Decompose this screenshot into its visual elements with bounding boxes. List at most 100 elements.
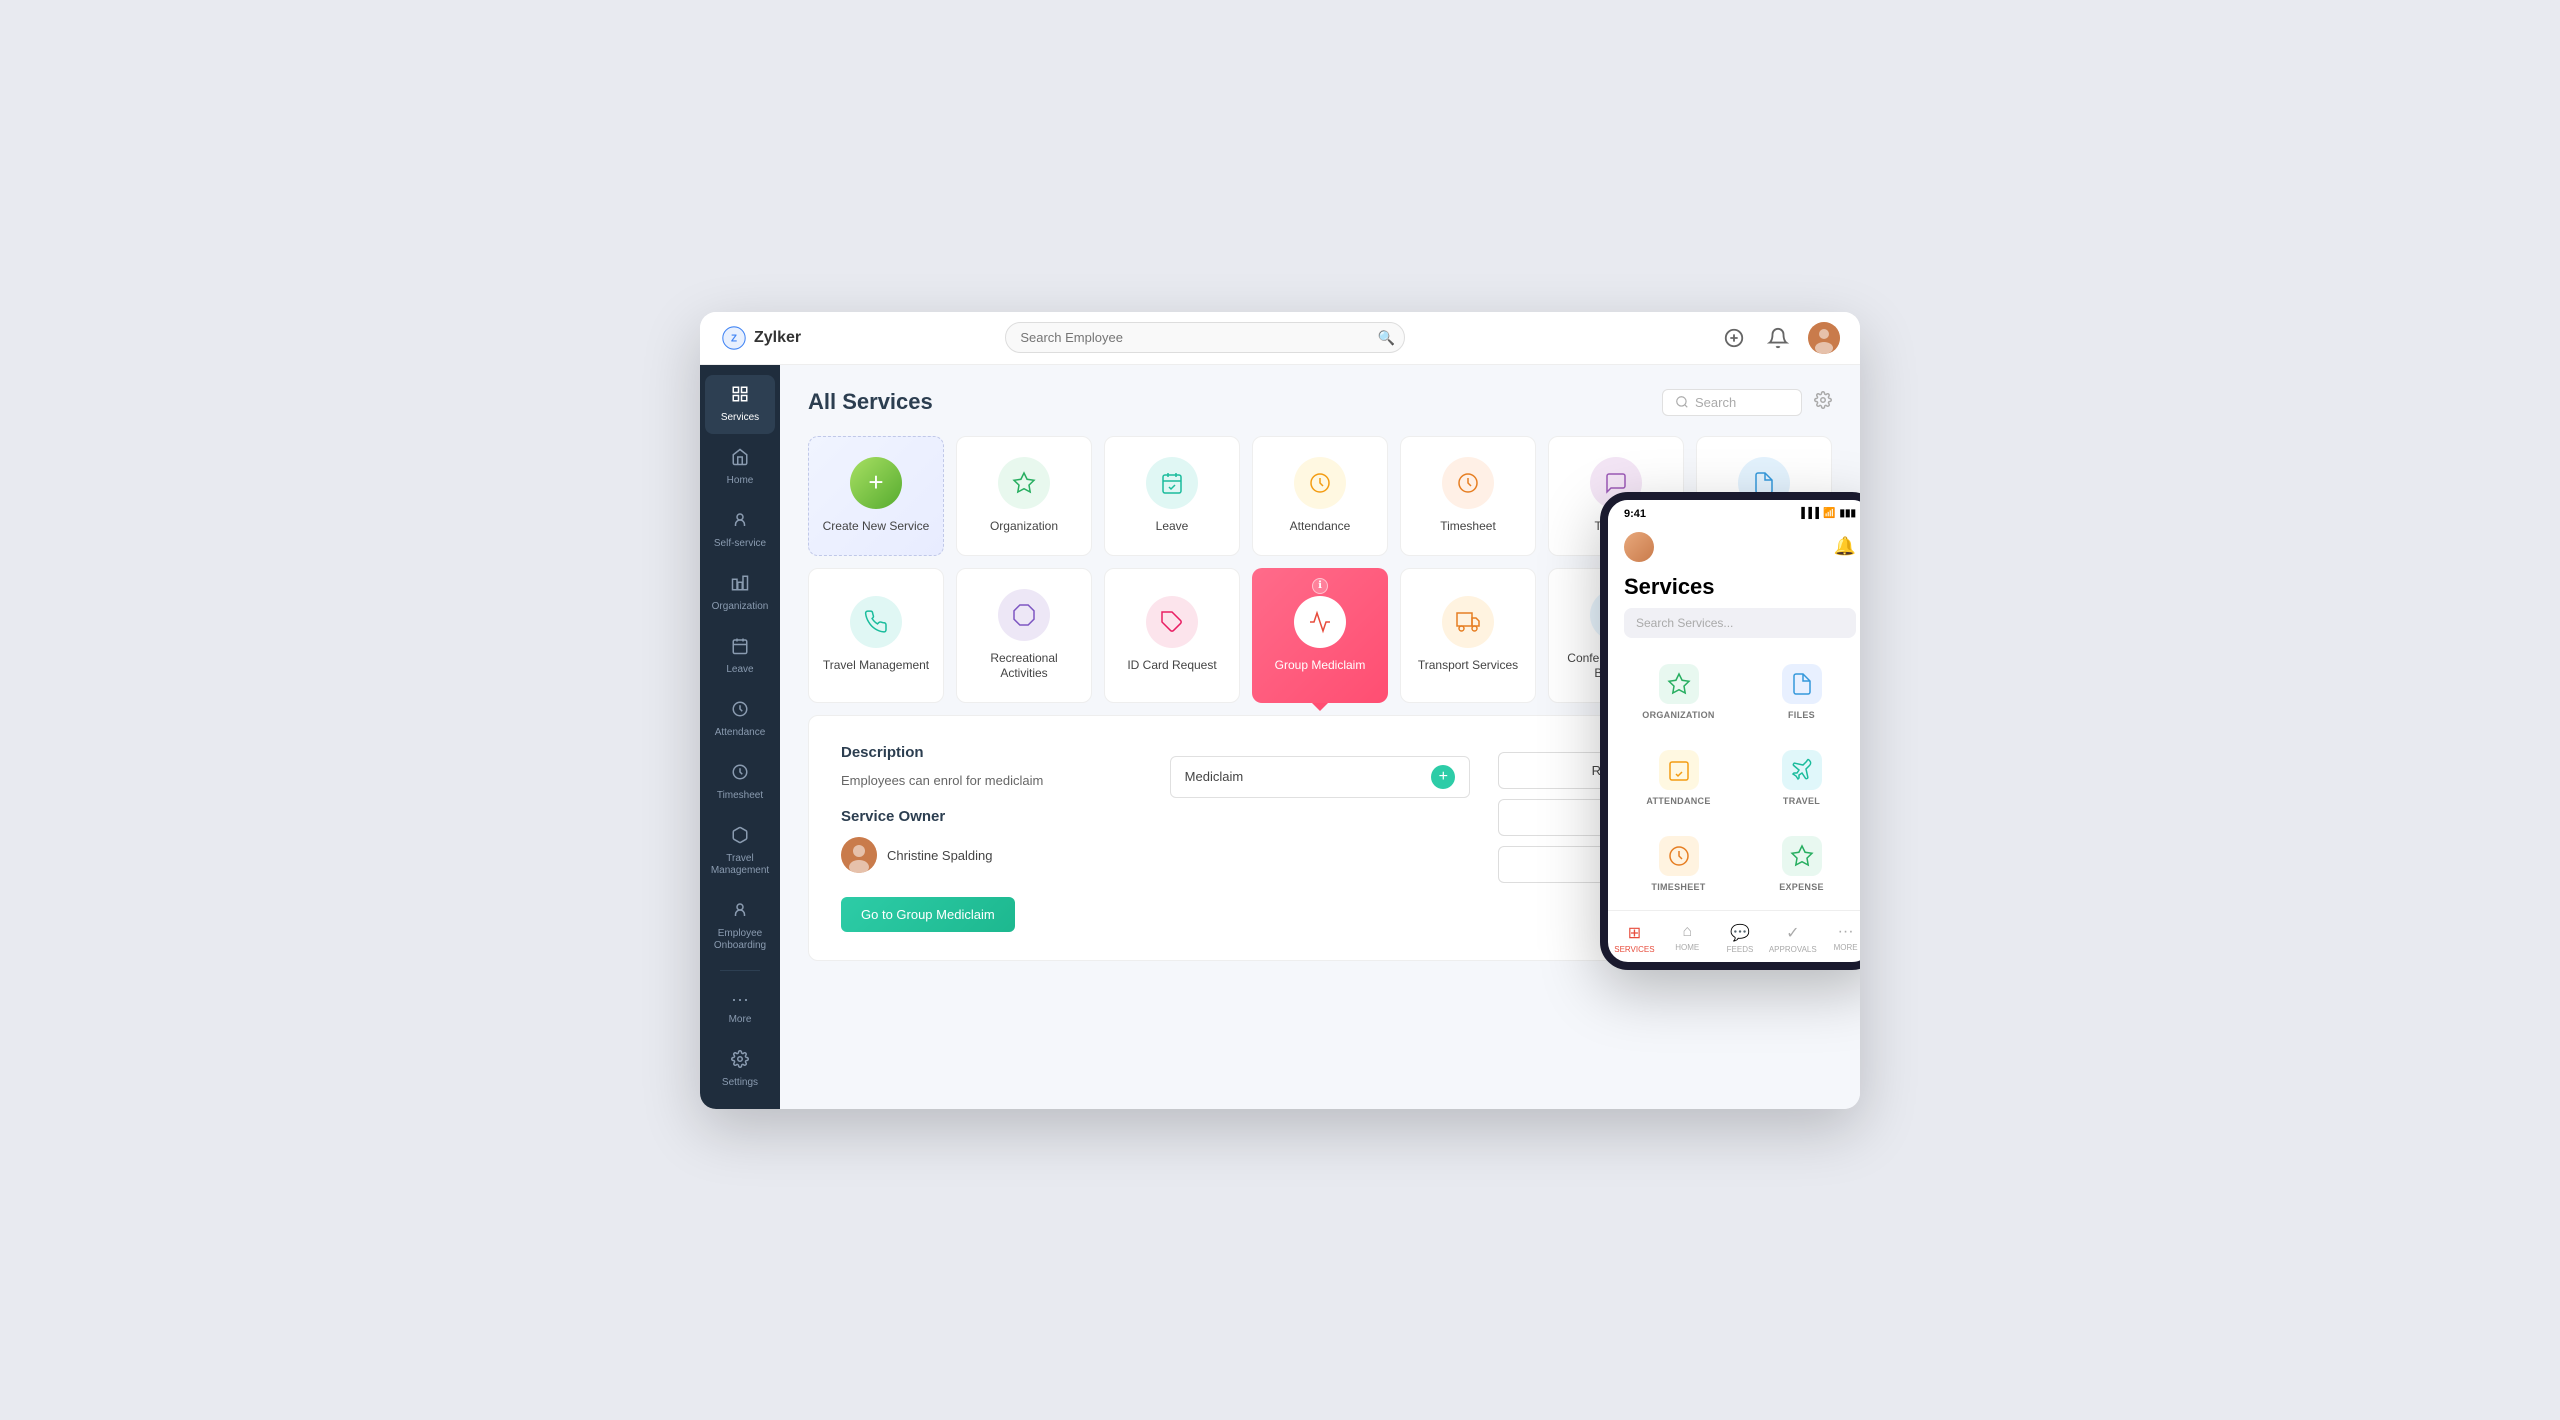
sidebar-item-employee-onboarding[interactable]: Employee Onboarding (705, 891, 775, 962)
mobile-avatar[interactable] (1624, 532, 1654, 562)
mobile-tab-services[interactable]: ⊞ SERVICES (1608, 919, 1661, 958)
recreational-label: Recreational Activities (969, 651, 1079, 682)
timesheet-label: Timesheet (1440, 519, 1496, 535)
service-card-travel[interactable]: Travel Management (808, 568, 944, 703)
mobile-services-tab-label: SERVICES (1614, 945, 1654, 954)
notification-icon[interactable] (1764, 324, 1792, 352)
idcard-card-icon (1146, 596, 1198, 648)
mobile-bottom-bar: ⊞ SERVICES ⌂ HOME 💬 FEEDS ✓ APPROVALS ··… (1608, 910, 1860, 962)
service-card-idcard[interactable]: ID Card Request (1104, 568, 1240, 703)
mobile-service-organization[interactable]: ORGANIZATION (1618, 650, 1739, 734)
sidebar-item-timesheet-label: Timesheet (717, 790, 763, 802)
service-card-recreational[interactable]: Recreational Activities (956, 568, 1092, 703)
mobile-tab-more[interactable]: ··· MORE (1819, 919, 1860, 958)
user-avatar[interactable] (1808, 322, 1840, 354)
owner-title: Service Owner (841, 808, 1142, 825)
settings-icon (731, 1050, 749, 1073)
mobile-service-expense[interactable]: EXPENSE (1741, 822, 1860, 906)
employee-search-input[interactable] (1005, 322, 1405, 353)
travel-card-icon (850, 596, 902, 648)
sidebar-item-services-label: Services (721, 412, 759, 424)
logo: Z Zylker (720, 324, 840, 352)
mobile-home-tab-label: HOME (1675, 943, 1699, 952)
service-card-leave[interactable]: Leave (1104, 436, 1240, 556)
sidebar-item-organization-label: Organization (712, 601, 769, 613)
sidebar-item-leave-label: Leave (726, 664, 753, 676)
travel-label: Travel Management (823, 658, 929, 674)
sidebar-item-selfservice[interactable]: Self-service (705, 501, 775, 560)
mobile-bell-icon[interactable]: 🔔 (1834, 536, 1856, 557)
mobile-approvals-tab-label: APPROVALS (1769, 945, 1817, 954)
sidebar-item-travel[interactable]: Travel Management (705, 816, 775, 887)
sidebar-item-home[interactable]: Home (705, 438, 775, 497)
employee-search-container: 🔍 (1005, 322, 1405, 353)
mobile-more-tab-icon: ··· (1838, 923, 1854, 941)
sidebar-item-services[interactable]: Services (705, 375, 775, 434)
active-tooltip (1312, 703, 1328, 711)
mobile-service-travel[interactable]: TRAVEL (1741, 736, 1860, 820)
leave-label: Leave (1156, 519, 1189, 535)
sidebar-item-selfservice-label: Self-service (714, 538, 766, 550)
sidebar: Services Home Self-service (700, 365, 780, 1109)
mobile-services-grid: ORGANIZATION FILES ATTENDANCE TRAVEL (1608, 650, 1860, 906)
mobile-service-timesheet[interactable]: TIMESHEET (1618, 822, 1739, 906)
more-icon: ··· (731, 989, 749, 1010)
mobile-home-tab-icon: ⌂ (1682, 923, 1692, 941)
sidebar-item-organization[interactable]: Organization (705, 564, 775, 623)
mobile-service-files[interactable]: FILES (1741, 650, 1860, 734)
create-new-label: Create New Service (823, 519, 930, 535)
sidebar-item-settings-label: Settings (722, 1077, 758, 1089)
mobile-tab-home[interactable]: ⌂ HOME (1661, 919, 1714, 958)
signal-icon: ▐▐▐ (1798, 508, 1819, 519)
mobile-search[interactable]: Search Services... (1624, 608, 1856, 638)
service-card-create-new[interactable]: + Create New Service (808, 436, 944, 556)
add-icon[interactable] (1720, 324, 1748, 352)
sidebar-item-timesheet[interactable]: Timesheet (705, 753, 775, 812)
create-new-icon: + (850, 457, 902, 509)
page-title: All Services (808, 389, 933, 415)
owner-avatar (841, 837, 877, 873)
mobile-attendance-label: ATTENDANCE (1646, 796, 1710, 806)
mobile-expense-label: EXPENSE (1779, 882, 1824, 892)
service-card-organization[interactable]: Organization (956, 436, 1092, 556)
main-search[interactable]: Search (1662, 389, 1802, 416)
mobile-service-attendance[interactable]: ATTENDANCE (1618, 736, 1739, 820)
leave-icon (731, 637, 749, 660)
top-bar: Z Zylker 🔍 (700, 312, 1860, 365)
sidebar-divider (720, 970, 760, 971)
organization-card-icon (998, 457, 1050, 509)
description-text: Employees can enrol for mediclaim (841, 771, 1142, 791)
mobile-header: 🔔 (1608, 524, 1860, 574)
mediclaim-label: Group Mediclaim (1275, 658, 1366, 674)
settings-gear-icon[interactable] (1814, 391, 1832, 414)
go-to-mediclaim-button[interactable]: Go to Group Mediclaim (841, 897, 1015, 932)
mobile-approvals-tab-icon: ✓ (1786, 923, 1799, 943)
service-card-transport[interactable]: Transport Services (1400, 568, 1536, 703)
organization-icon (731, 574, 749, 597)
mobile-tab-feeds[interactable]: 💬 FEEDS (1714, 919, 1767, 958)
sidebar-item-more[interactable]: ··· More (705, 979, 775, 1036)
battery-icon: ▮▮▮ (1839, 508, 1856, 519)
sidebar-item-home-label: Home (727, 475, 754, 487)
svg-text:Z: Z (731, 333, 737, 344)
attendance-label: Attendance (1290, 519, 1351, 535)
sidebar-item-settings[interactable]: Settings (705, 1040, 775, 1099)
service-card-attendance[interactable]: Attendance (1252, 436, 1388, 556)
mobile-travel-icon (1782, 750, 1822, 790)
add-tag-button[interactable]: + (1431, 765, 1455, 789)
mobile-time: 9:41 (1624, 508, 1646, 520)
idcard-label: ID Card Request (1127, 658, 1216, 674)
service-card-mediclaim[interactable]: ℹ Group Mediclaim (1252, 568, 1388, 703)
sidebar-item-more-label: More (729, 1014, 752, 1026)
mobile-search-placeholder: Search Services... (1636, 616, 1733, 630)
mobile-tab-approvals[interactable]: ✓ APPROVALS (1766, 919, 1819, 958)
service-card-timesheet[interactable]: Timesheet (1400, 436, 1536, 556)
mobile-attendance-icon (1659, 750, 1699, 790)
mobile-feeds-tab-label: FEEDS (1727, 945, 1754, 954)
sidebar-item-leave[interactable]: Leave (705, 627, 775, 686)
sidebar-item-onboarding-label: Employee Onboarding (713, 928, 767, 952)
header-right: Search (1662, 389, 1832, 416)
top-right-icons (1720, 322, 1840, 354)
sidebar-item-attendance[interactable]: Attendance (705, 690, 775, 749)
owner-name: Christine Spalding (887, 848, 993, 863)
